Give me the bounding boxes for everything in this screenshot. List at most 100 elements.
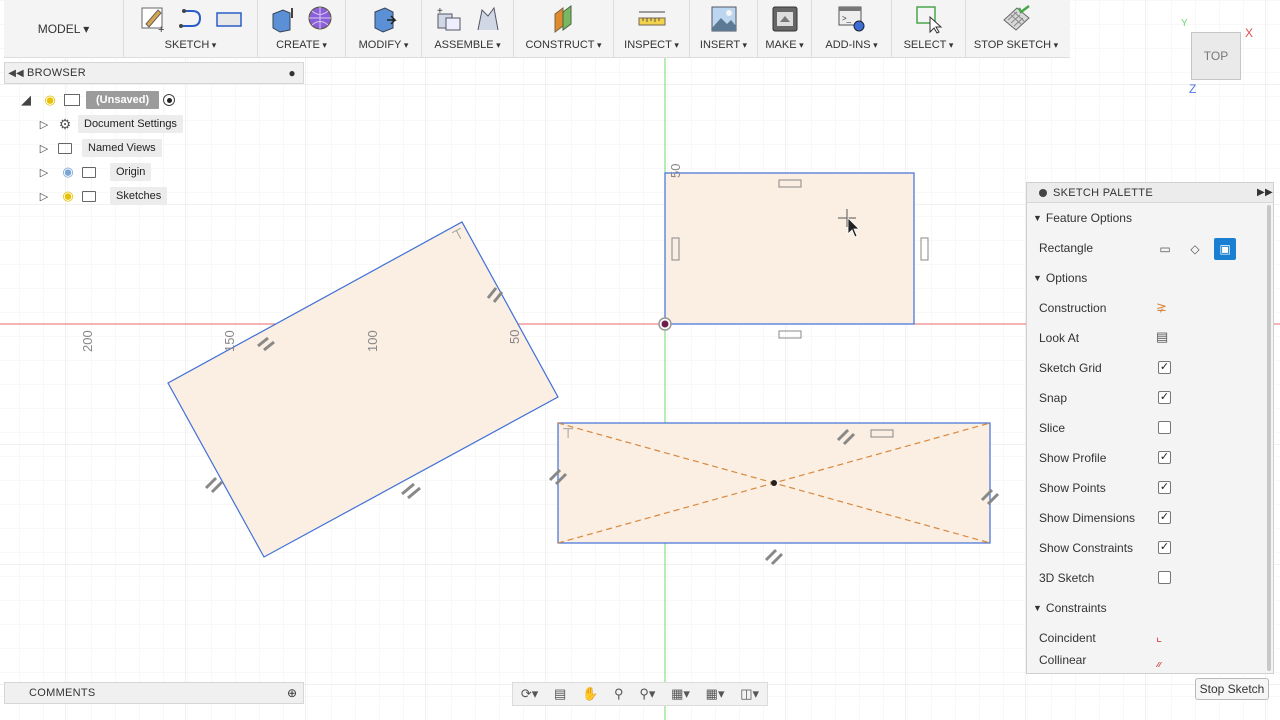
browser-item-sketches[interactable]: ▷ ◉ Sketches	[36, 186, 168, 206]
toolbar-group-label: CONSTRUCT	[525, 38, 601, 54]
minimize-icon[interactable]	[1039, 188, 1047, 197]
section-options[interactable]: ▼ Options	[1027, 263, 1273, 293]
browser-item-label: Origin	[110, 163, 152, 181]
corner-rectangle[interactable]	[664, 172, 915, 325]
expand-palette-icon[interactable]: ▶▶	[1257, 187, 1273, 198]
browser-item-origin[interactable]: ▷ ◉ Origin	[36, 162, 152, 182]
form-icon[interactable]	[306, 4, 336, 34]
stop-sketch-button[interactable]: Stop Sketch	[1195, 678, 1269, 700]
grid-settings-icon[interactable]: ▦▾	[706, 686, 725, 702]
finish-sketch-icon[interactable]	[1001, 4, 1031, 34]
rectangle-icon[interactable]	[214, 4, 244, 34]
expand-triangle-icon[interactable]: ▷	[36, 166, 52, 179]
view-cube[interactable]: TOP	[1191, 32, 1241, 80]
show-dimensions-checkbox[interactable]: ✓	[1158, 511, 1171, 524]
toolbar-group-modify[interactable]: MODIFY	[346, 0, 422, 57]
scripts-icon[interactable]: >_	[837, 4, 867, 34]
two-point-rectangle-icon[interactable]: ▭	[1154, 238, 1176, 260]
palette-title: SKETCH PALETTE	[1053, 186, 1153, 199]
expand-triangle-icon[interactable]: ▷	[36, 118, 52, 131]
zoom-icon[interactable]: ⚲	[614, 686, 624, 702]
sketch-grid-checkbox[interactable]: ✓	[1158, 361, 1171, 374]
expand-triangle-icon[interactable]: ▷	[36, 142, 52, 155]
row-coincident[interactable]: Coincident ⌞	[1027, 623, 1273, 653]
row-label: Construction	[1039, 301, 1107, 315]
toolbar-group-create[interactable]: CREATE	[258, 0, 346, 57]
expand-triangle-icon[interactable]: ◢	[18, 92, 34, 108]
orbit-icon[interactable]: ⟳▾	[521, 686, 538, 702]
row-3d-sketch: 3D Sketch	[1027, 563, 1273, 593]
palette-header[interactable]: SKETCH PALETTE ▶▶	[1027, 183, 1273, 203]
row-label: Show Points	[1039, 481, 1106, 495]
workspace-switcher[interactable]: MODEL ▾	[4, 0, 124, 57]
collapse-panel-icon[interactable]: ◀◀	[5, 68, 27, 79]
view-cube-face[interactable]: TOP	[1204, 49, 1228, 63]
toolbar-group-construct[interactable]: CONSTRUCT	[514, 0, 614, 57]
show-profile-checkbox[interactable]: ✓	[1158, 451, 1171, 464]
row-collinear[interactable]: Collinear ⁄⁄	[1027, 653, 1273, 667]
expand-triangle-icon[interactable]: ▷	[36, 190, 52, 203]
browser-panel-header[interactable]: ◀◀ BROWSER ●	[4, 62, 304, 84]
visibility-bulb-icon[interactable]: ◉	[60, 164, 76, 180]
toolbar-group-label: SKETCH	[165, 38, 217, 54]
press-pull-icon[interactable]	[369, 4, 399, 34]
pan-icon[interactable]: ✋	[582, 686, 598, 702]
toolbar-group-sketch[interactable]: + SKETCH	[124, 0, 258, 57]
browser-root-row[interactable]: ◢ ◉ (Unsaved)	[18, 90, 176, 110]
section-constraints[interactable]: ▼ Constraints	[1027, 593, 1273, 623]
folder-icon	[82, 190, 96, 202]
select-icon[interactable]	[914, 4, 944, 34]
collinear-constraint-icon[interactable]: ⁄⁄	[1156, 659, 1160, 667]
folder-icon	[58, 142, 72, 154]
extrude-icon[interactable]	[268, 4, 298, 34]
center-point[interactable]	[771, 480, 777, 486]
visibility-bulb-icon[interactable]: ◉	[60, 188, 76, 204]
comments-panel[interactable]: COMMENTS ⊕	[4, 682, 304, 704]
look-at-icon[interactable]: ▤	[554, 686, 566, 702]
toolbar-group-inspect[interactable]: INSPECT	[614, 0, 690, 57]
toolbar-group-stop-sketch[interactable]: STOP SKETCH	[966, 0, 1066, 57]
measure-icon[interactable]	[637, 4, 667, 34]
3d-print-icon[interactable]	[770, 4, 800, 34]
viewports-icon[interactable]: ◫▾	[740, 686, 759, 702]
create-sketch-icon[interactable]: +	[138, 4, 168, 34]
row-label: Show Constraints	[1039, 541, 1134, 555]
new-component-icon[interactable]: +	[434, 4, 464, 34]
show-points-checkbox[interactable]: ✓	[1158, 481, 1171, 494]
toolbar-group-insert[interactable]: INSERT	[690, 0, 758, 57]
center-rectangle-icon[interactable]: ▣	[1214, 238, 1236, 260]
toolbar-group-make[interactable]: MAKE	[758, 0, 812, 57]
construction-toggle-icon[interactable]: ⪈	[1156, 299, 1167, 315]
visibility-bulb-icon[interactable]: ◉	[42, 92, 58, 108]
section-label: Feature Options	[1045, 211, 1132, 225]
line-icon[interactable]	[176, 4, 206, 34]
section-feature-options[interactable]: ▼ Feature Options	[1027, 203, 1273, 233]
toolbar-group-select[interactable]: SELECT	[892, 0, 966, 57]
slice-checkbox[interactable]	[1158, 421, 1171, 434]
toolbar-group-add-ins[interactable]: >_ ADD-INS	[812, 0, 892, 57]
snap-checkbox[interactable]: ✓	[1158, 391, 1171, 404]
svg-text:+: +	[437, 6, 443, 17]
activate-radio-icon[interactable]	[163, 94, 176, 106]
browser-item-named-views[interactable]: ▷ Named Views	[36, 138, 162, 158]
display-settings-icon[interactable]: ▦▾	[671, 686, 690, 702]
zoom-window-icon[interactable]: ⚲▾	[639, 686, 655, 702]
palette-scrollbar[interactable]	[1267, 205, 1271, 671]
offset-plane-icon[interactable]	[549, 4, 579, 34]
coincident-constraint-icon[interactable]: ⌞	[1156, 629, 1162, 645]
dim-label-100: 100	[365, 330, 380, 352]
look-at-icon[interactable]: ▤	[1156, 329, 1168, 345]
minimize-icon[interactable]: ●	[281, 66, 303, 80]
3d-sketch-checkbox[interactable]	[1158, 571, 1171, 584]
show-constraints-checkbox[interactable]: ✓	[1158, 541, 1171, 554]
toolbar-group-assemble[interactable]: + ASSEMBLE	[422, 0, 514, 57]
three-point-rectangle-icon[interactable]: ◇	[1184, 238, 1206, 260]
row-sketch-grid: Sketch Grid ✓	[1027, 353, 1273, 383]
row-label: Look At	[1039, 331, 1080, 345]
insert-image-icon[interactable]	[709, 4, 739, 34]
joint-icon[interactable]	[472, 4, 502, 34]
view-cube-y-label: Y	[1181, 18, 1188, 29]
browser-root-label[interactable]: (Unsaved)	[86, 91, 160, 109]
browser-item-document-settings[interactable]: ▷ ⚙ Document Settings	[36, 114, 183, 134]
add-comment-icon[interactable]: ⊕	[281, 686, 303, 700]
